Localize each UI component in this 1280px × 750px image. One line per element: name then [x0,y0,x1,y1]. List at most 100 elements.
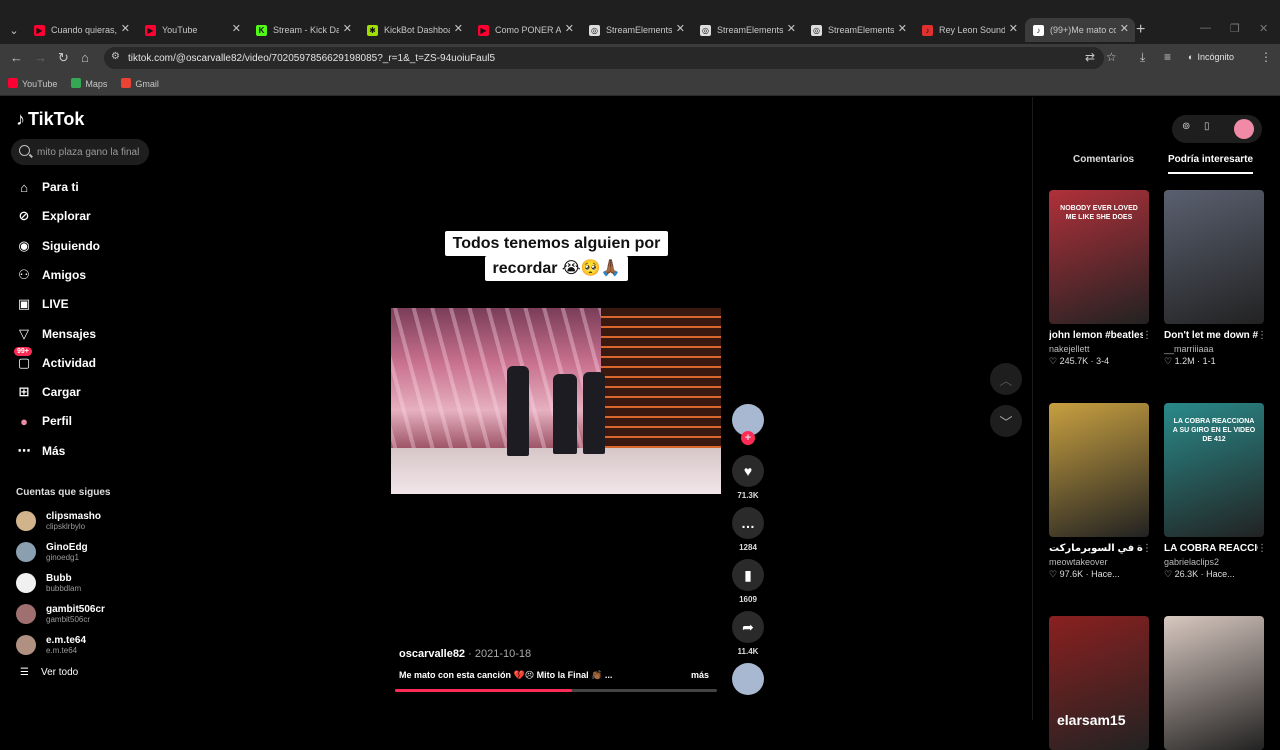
tab-close-icon[interactable]: ✕ [343,22,352,35]
tab-comments[interactable]: Comentarios [1073,154,1134,165]
maximize-icon[interactable]: ❐ [1230,22,1240,35]
new-tab-button[interactable]: + [1136,21,1145,39]
suggested-video-card[interactable]: بساس جدة في السوبرماركت 🐈 😹 meowtakeover ♡… [1049,403,1152,580]
tab-close-icon[interactable]: ✕ [898,22,907,35]
following-account[interactable]: e.m.te64 e.m.te64 [16,633,156,657]
creator-avatar-button[interactable]: + [731,404,765,445]
tab-favicon-icon: ▶ [478,24,489,36]
profile-avatar[interactable] [1234,119,1254,139]
suggested-video-card[interactable]: LA COBRA REACCIONA A SU GIRO EN EL VIDEO… [1164,403,1267,580]
browser-tab[interactable]: ▶ Cuando quieras, d ✕ [26,18,136,42]
suggested-video-card[interactable]: NOBODY EVER LOVED ME LIKE SHE DOES john l… [1049,190,1152,367]
follow-plus-icon[interactable]: + [741,431,755,445]
share-icon: ➦ [732,611,764,643]
tab-close-icon[interactable]: ✕ [121,22,130,35]
suggested-video-card[interactable]: Don't let me down #centralpark... __marri… [1164,190,1267,367]
tiktok-note-icon: ♪ [16,109,25,129]
browser-tab[interactable]: ♪ (99+)Me mato co ✕ [1025,18,1135,42]
following-account[interactable]: gambit506cr gambit506cr [16,602,156,626]
browser-tab[interactable]: ♪ Rey Leon Soundb ✕ [914,18,1024,42]
browser-tab[interactable]: K Stream - Kick Das ✕ [248,18,358,42]
tab-close-icon[interactable]: ✕ [454,22,463,35]
bookmark-star-icon[interactable]: ☆ [1106,50,1117,64]
site-info-icon[interactable]: ⚙ [111,51,120,62]
account-handle: e.m.te64 [46,646,78,655]
browser-menu-icon[interactable]: ⋮ [1260,50,1272,64]
next-video-button[interactable]: ﹀ [990,405,1022,437]
device-icon[interactable]: ▯ [1204,121,1210,132]
video-progress-bar[interactable] [395,689,717,692]
avatar [16,604,36,624]
save-button[interactable]: ▮ 1609 [731,559,765,604]
nav-item-friends[interactable]: ⚇ Amigos [16,264,156,286]
nav-item-more[interactable]: ⋯ Más [16,440,156,462]
following-account[interactable]: GinoEdg ginoedg1 [16,540,156,564]
browser-tab[interactable]: ◎ StreamElements ✕ [692,18,802,42]
browser-tab[interactable]: ▶ YouTube ✕ [137,18,247,42]
card-more-icon[interactable]: ⋮ [1142,330,1152,341]
account-handle: clipsklrbylo [46,522,86,531]
nav-item-profile[interactable]: ● Perfil [16,410,156,432]
nav-item-home[interactable]: ⌂ Para ti [16,176,156,198]
media-controls-icon[interactable]: ≡ [1164,50,1171,64]
forward-icon[interactable]: → [34,50,47,65]
home-browser-icon[interactable]: ⌂ [81,50,89,65]
bookmark-gmail[interactable]: Gmail [121,78,159,89]
incognito-icon: ◐ [1188,52,1194,62]
card-stats: ♡ 1.2M · 1-1 [1164,356,1216,366]
nav-item-activity[interactable]: ▢ 99+ Actividad [14,346,156,374]
close-window-icon[interactable]: ✕ [1259,22,1268,35]
incognito-indicator[interactable]: ◐ Incógnito [1188,52,1234,62]
nav-item-compass[interactable]: ⊘ Explorar [16,205,156,227]
card-more-icon[interactable]: ⋮ [1142,543,1152,554]
browser-tab[interactable]: ◎ StreamElements ✕ [803,18,913,42]
caption-line-2: recordar 😭🥺🙏🏾 [484,256,629,281]
tab-close-icon[interactable]: ✕ [787,22,796,35]
nav-item-following[interactable]: ◉ Siguiendo [16,235,156,257]
video-player[interactable] [391,308,721,494]
nav-item-live[interactable]: ▣ LIVE [16,293,156,315]
tab-close-icon[interactable]: ✕ [676,22,685,35]
tab-close-icon[interactable]: ✕ [1009,22,1018,35]
performer-figure [553,374,577,454]
tiktok-logo[interactable]: ♪ TikTok [16,109,84,130]
tab-close-icon[interactable]: ✕ [232,22,241,35]
translate-icon[interactable]: ⇄ [1085,50,1095,64]
more-link[interactable]: más [691,670,709,680]
card-more-icon[interactable]: ⋮ [1257,543,1267,554]
search-input[interactable]: mito plaza gano la final [11,139,149,165]
minimize-icon[interactable]: — [1200,22,1211,34]
download-icon[interactable]: ⤓ [1140,50,1145,65]
bookmark-youtube[interactable]: YouTube [8,78,57,89]
like-count: 71.3K [737,491,759,500]
suggested-video-card[interactable]: elarsam15 [1049,616,1149,750]
sound-avatar-button[interactable] [731,663,765,699]
following-account[interactable]: Bubb bubbdlam [16,571,156,595]
browser-tab[interactable]: ▶ Como PONER ALE ✕ [470,18,580,42]
tab-you-may-like[interactable]: Podría interesarte [1168,154,1254,174]
bookmark-maps[interactable]: Maps [71,78,107,89]
suggested-video-card[interactable] [1164,616,1264,750]
browser-tab[interactable]: ✱ KickBot Dashboar ✕ [359,18,469,42]
back-icon[interactable]: ← [10,50,23,65]
see-all-link[interactable]: ☰ Ver todo [20,667,78,678]
following-account[interactable]: clipsmasho clipsklrbylo [16,509,156,533]
tab-close-icon[interactable]: ✕ [565,22,574,35]
like-button[interactable]: ♥ 71.3K [731,455,765,500]
tab-close-icon[interactable]: ✕ [1120,22,1129,35]
share-button[interactable]: ➦ 11.4K [731,611,765,656]
video-author[interactable]: oscarvalle82 · 2021-10-18 [399,648,531,660]
video-thumbnail: elarsam15 [1049,616,1149,750]
nav-item-upload[interactable]: ⊞ Cargar [16,381,156,403]
messages-icon: ▽ [19,325,29,341]
previous-video-button[interactable]: ︿ [990,363,1022,395]
comment-button[interactable]: … 1284 [731,507,765,552]
browser-tab[interactable]: ◎ StreamElements ✕ [581,18,691,42]
url-field[interactable]: ⚙ tiktok.com/@oscarvalle82/video/7020597… [104,47,1104,69]
nav-item-label: Explorar [42,209,91,224]
card-more-icon[interactable]: ⋮ [1257,330,1267,341]
nav-item-messages[interactable]: ▽ Mensajes [16,323,156,345]
reload-icon[interactable]: ↻ [58,50,69,66]
coin-icon[interactable]: ⊚ [1182,121,1190,132]
tab-search-button[interactable]: ⌄ [5,21,23,39]
